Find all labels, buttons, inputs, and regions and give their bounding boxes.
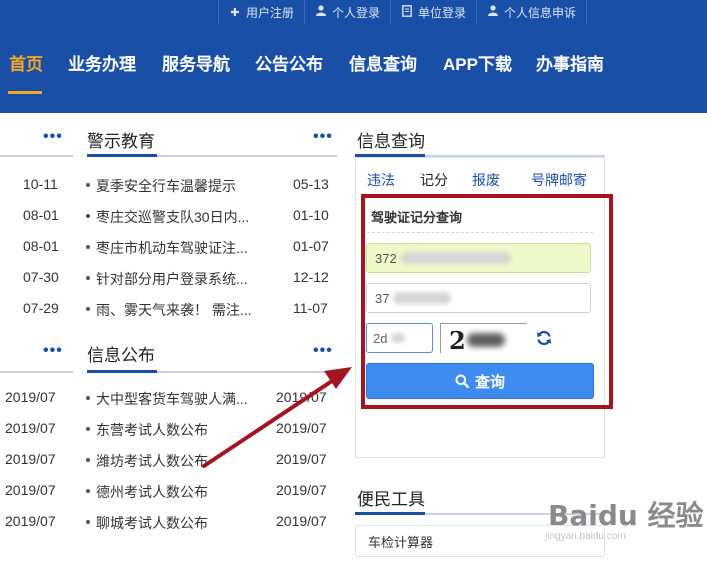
watermark-url: jingyan.baidu.com (545, 531, 626, 542)
page: ✚ 用户注册 个人登录 单位登录 个人信息申诉 首页 业务办理 服务导航 公告公… (0, 0, 707, 563)
annotation-arrow (202, 367, 352, 468)
tools-section-title: 便民工具 (357, 490, 425, 509)
tools-section-accent (355, 512, 425, 515)
watermark-logo: Baidu 经验 (548, 499, 704, 532)
